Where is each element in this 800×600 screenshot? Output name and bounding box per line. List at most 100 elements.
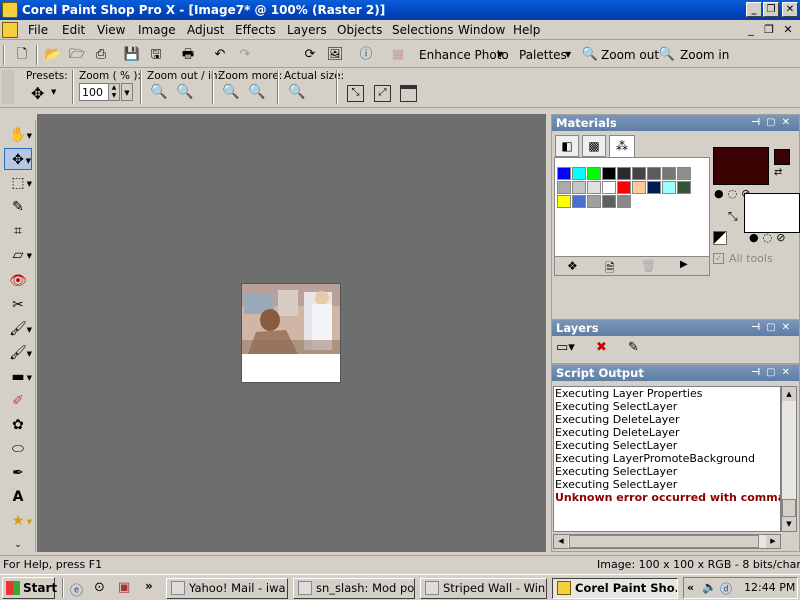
menu-window[interactable]: Window [458, 23, 505, 37]
color-swatch[interactable] [602, 181, 616, 194]
menu-layers[interactable]: Layers [287, 23, 327, 37]
menu-effects[interactable]: Effects [235, 23, 276, 37]
image-canvas[interactable] [241, 283, 341, 383]
color-swatch[interactable] [647, 181, 661, 194]
presets-icon[interactable]: ✥ [31, 84, 44, 103]
swap-colors-icon[interactable]: ⇄ [774, 167, 782, 178]
print-icon[interactable]: 🖶 [178, 45, 198, 65]
flood-fill-icon[interactable]: ⬭ [4, 438, 32, 460]
hscroll-thumb[interactable] [569, 535, 759, 548]
picture-tube-icon[interactable]: ✿ [4, 414, 32, 436]
delete-swatch-icon[interactable]: 🗑 [641, 259, 656, 273]
menu-help[interactable]: Help [513, 23, 540, 37]
menu-adjust[interactable]: Adjust [187, 23, 225, 37]
script-output-panel-buttons[interactable]: ⊣▢✕ [751, 365, 796, 381]
layers-panel-buttons[interactable]: ⊣▢✕ [751, 320, 796, 336]
quicklaunch-more-icon[interactable]: » [145, 579, 153, 593]
swap-materials-icon[interactable]: ⤡ [728, 209, 738, 224]
script-output-log[interactable]: Executing Layer Properties Executing Sel… [553, 386, 781, 532]
mdi-close-button[interactable]: ✕ [781, 23, 795, 36]
menu-image[interactable]: Image [138, 23, 176, 37]
color-swatch[interactable] [632, 181, 646, 194]
color-swatch[interactable] [647, 167, 661, 180]
refresh-icon[interactable]: ⟳ [300, 45, 320, 65]
enhance-photo-button[interactable]: Enhance Photo [419, 48, 509, 62]
actual-size-icon[interactable]: 🔍 [288, 84, 305, 100]
open-icon[interactable]: 📂 [43, 45, 63, 65]
new-layer-icon[interactable]: ▭▾ [556, 340, 575, 355]
color-swatch[interactable] [662, 167, 676, 180]
selection-tool-icon[interactable]: ⬚ ▼ [4, 172, 32, 194]
color-swatch[interactable] [617, 181, 631, 194]
zoom-more-in-icon[interactable]: 🔍 [248, 84, 265, 100]
zoom-in-option-icon[interactable]: 🔍 [176, 84, 193, 100]
zoom-out-option-icon[interactable]: 🔍 [150, 84, 167, 100]
task-striped-wall[interactable]: Striped Wall - Win... [420, 578, 547, 599]
color-swatch[interactable] [557, 181, 571, 194]
minimize-button[interactable]: _ [746, 2, 762, 17]
script-output-vscrollbar[interactable]: ▲ ▼ [781, 386, 797, 532]
scroll-down-icon[interactable]: ▼ [782, 517, 796, 531]
color-swatch[interactable] [602, 195, 616, 208]
image-icon[interactable]: 🖼 [325, 45, 345, 65]
desktop-quicklaunch-icon[interactable]: ▣ [118, 580, 130, 595]
restore-button[interactable]: ❐ [763, 2, 779, 17]
swatches-tab-icon[interactable]: ⁂ [609, 135, 635, 157]
mdi-restore-button[interactable]: ❐ [762, 23, 776, 36]
clone-tool-icon[interactable]: 🖌 ▼ [4, 318, 32, 340]
ie-quicklaunch-icon[interactable]: ⓔ [70, 580, 83, 599]
scan-icon[interactable]: ⎙ [91, 45, 111, 65]
clock[interactable]: 12:44 PM [744, 581, 795, 594]
zoom-tool-icon[interactable]: ✥ ▼ [4, 148, 32, 170]
delete-layer-icon[interactable]: ✖ [596, 340, 607, 355]
color-swatch[interactable] [557, 167, 571, 180]
presets-dropdown-icon[interactable]: ▼ [51, 88, 56, 96]
swatch-next-icon[interactable]: ▶ [680, 259, 688, 270]
paint-brush-icon[interactable]: 🖌 ▼ [4, 342, 32, 364]
all-tools-checkbox[interactable]: ✓ [713, 253, 724, 264]
mdi-minimize-button[interactable]: _ [744, 23, 758, 36]
color-swatch[interactable] [677, 181, 691, 194]
color-swatch[interactable] [557, 195, 571, 208]
default-colors-icon[interactable] [713, 231, 727, 245]
color-swatch[interactable] [677, 167, 691, 180]
new-icon[interactable]: 🗋 [12, 45, 32, 65]
scroll-thumb[interactable] [782, 499, 796, 517]
full-screen-icon[interactable] [400, 85, 417, 102]
color-swatch[interactable] [572, 195, 586, 208]
menu-objects[interactable]: Objects [337, 23, 382, 37]
fit-image-icon[interactable]: ⤢ [374, 85, 391, 102]
zoom-in-icon[interactable]: 🔍 [657, 45, 677, 65]
task-sn-slash[interactable]: sn_slash: Mod po... [293, 578, 415, 599]
foreground-color-box[interactable] [713, 147, 769, 185]
scroll-right-icon[interactable]: ▶ [766, 535, 780, 548]
color-swatch[interactable] [632, 167, 646, 180]
color-swatch[interactable] [617, 167, 631, 180]
dropper-tool-icon[interactable]: ✎ [4, 196, 32, 218]
tools-more-icon[interactable]: ⌄ [4, 534, 32, 556]
color-swatch[interactable] [662, 181, 676, 194]
menu-selections[interactable]: Selections [392, 23, 454, 37]
color-swatch[interactable] [617, 195, 631, 208]
app-icon[interactable] [2, 2, 18, 18]
zoom-spinner[interactable]: ▲ ▼ [108, 83, 120, 101]
task-yahoo-mail[interactable]: Yahoo! Mail - iwa... [166, 578, 288, 599]
network-icon[interactable]: ⓓ [720, 580, 732, 597]
save-as-icon[interactable]: 🖫 [146, 45, 166, 65]
palettes-button[interactable]: Palettes [519, 48, 567, 62]
menu-edit[interactable]: Edit [62, 23, 85, 37]
eraser-icon[interactable]: ▦ [388, 45, 408, 65]
enhance-photo-dropdown-icon[interactable]: ▼ [497, 50, 503, 59]
palettes-dropdown-icon[interactable]: ▼ [565, 50, 571, 59]
scroll-left-icon[interactable]: ◀ [554, 535, 568, 548]
color-swatch[interactable] [587, 195, 601, 208]
info-icon[interactable]: ⓘ [356, 45, 376, 65]
materials-panel-buttons[interactable]: ⊣▢✕ [751, 115, 796, 131]
options-grip[interactable] [2, 70, 14, 104]
undo-icon[interactable]: ↶ [210, 45, 230, 65]
eraser-tool-icon[interactable]: ✐ [4, 390, 32, 412]
color-swatch[interactable] [587, 167, 601, 180]
makeover-tool-icon[interactable]: ✂ [4, 294, 32, 316]
edit-selection-icon[interactable]: ✎ [628, 340, 639, 355]
zoom-more-out-icon[interactable]: 🔍 [222, 84, 239, 100]
